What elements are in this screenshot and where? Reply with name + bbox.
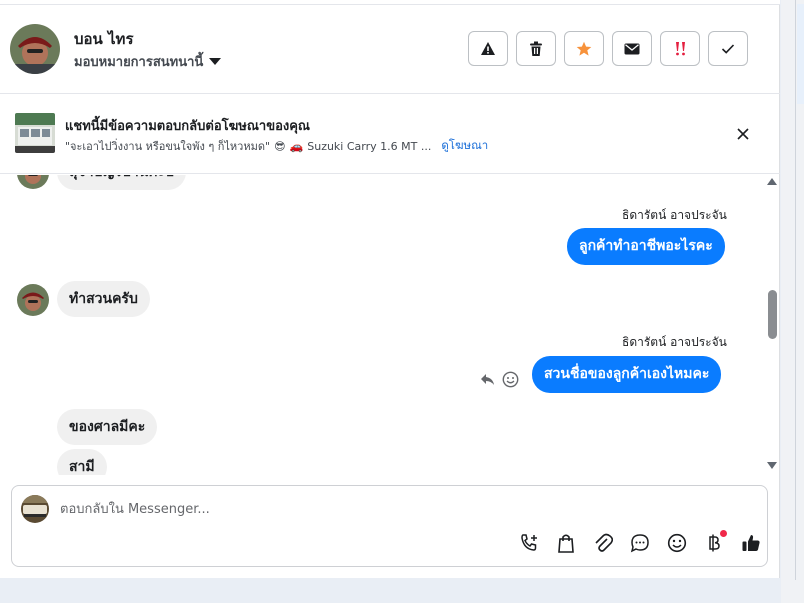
incoming-message[interactable]: ของศาลมีคะ <box>57 409 158 445</box>
composer-toolbar <box>518 530 762 554</box>
star-icon <box>576 41 592 56</box>
conversation-panel: บอน ไทร มอบหมายการสนทนานี้ แชทนี้มีข้อคว… <box>0 0 780 578</box>
caret-down-icon <box>209 58 222 65</box>
mark-done-button[interactable] <box>708 31 748 66</box>
bottom-background <box>0 579 780 603</box>
outgoing-message[interactable]: ลูกค้าทำอาชีพอะไรคะ <box>567 228 725 265</box>
ad-snippet-quote: "จะเอาไปวิ่งงาน หรือขนใจพัง ๆ ก็ไหวหมด" <box>65 140 271 153</box>
emoji-button[interactable] <box>666 532 688 554</box>
paperclip-icon <box>595 533 613 552</box>
sunglasses-emoji: 😎 <box>274 139 286 153</box>
incoming-message[interactable]: ทำสวนครับ <box>57 281 150 317</box>
star-button[interactable] <box>564 31 604 66</box>
contact-avatar-small <box>17 284 49 316</box>
check-icon <box>721 43 735 54</box>
ad-reply-title: แชทนี้มีข้อความตอบกลับต่อโฆษณาของคุณ <box>65 119 310 134</box>
smiley-icon <box>667 533 687 553</box>
scroll-up-arrow[interactable] <box>767 178 777 185</box>
phone-add-icon <box>521 534 537 551</box>
assign-label: มอบหมายการสนทนานี้ <box>74 55 204 70</box>
pane-highlight <box>797 4 804 104</box>
incoming-message[interactable]: สุจาบญรบานค่ะบ <box>57 175 187 190</box>
close-icon <box>737 128 749 140</box>
pane-divider <box>795 0 796 580</box>
chat-bubble-icon <box>630 534 649 553</box>
follow-up-icon <box>676 41 685 55</box>
ad-snippet-model: Suzuki Carry 1.6 MT ... <box>307 139 432 153</box>
ad-thumbnail[interactable] <box>15 113 55 153</box>
header-actions <box>468 31 748 66</box>
message-list: สุจาบญรบานค่ะบ ธิดารัตน์ อาจประจัน ลูกค้… <box>0 175 766 475</box>
contact-avatar[interactable] <box>10 24 60 74</box>
notification-dot <box>720 530 727 537</box>
contact-avatar-small <box>17 175 49 189</box>
thumbs-up-icon <box>742 535 760 551</box>
sender-name: ธิดารัตน์ อาจประจัน <box>622 208 727 222</box>
top-divider <box>0 0 780 5</box>
spam-icon <box>481 41 495 55</box>
view-ad-link[interactable]: ดูโฆษณา <box>441 137 488 155</box>
contact-name: บอน ไทร <box>74 30 134 48</box>
conversation-header: บอน ไทร มอบหมายการสนทนานี้ <box>0 6 780 94</box>
scrollbar-thumb[interactable] <box>768 290 777 339</box>
baht-icon <box>709 534 720 552</box>
adjacent-pane-edge <box>781 0 804 603</box>
mail-icon <box>624 43 640 54</box>
mark-spam-button[interactable] <box>468 31 508 66</box>
assign-conversation-dropdown[interactable]: มอบหมายการสนทนานี้ <box>74 51 222 72</box>
message-composer <box>11 485 768 567</box>
call-button[interactable] <box>518 532 540 554</box>
shop-button[interactable] <box>555 532 577 554</box>
mark-unread-button[interactable] <box>612 31 652 66</box>
emoji-react-icon[interactable] <box>502 371 519 388</box>
scroll-down-arrow[interactable] <box>767 462 777 469</box>
car-emoji: 🚗 <box>289 139 304 153</box>
message-hover-actions <box>480 371 519 388</box>
saved-replies-button[interactable] <box>629 532 651 554</box>
like-button[interactable] <box>740 532 762 554</box>
delete-button[interactable] <box>516 31 556 66</box>
shopping-bag-icon <box>558 534 574 553</box>
trash-icon <box>530 41 542 56</box>
sender-name: ธิดารัตน์ อาจประจัน <box>622 335 727 349</box>
payment-button[interactable] <box>703 530 727 554</box>
ad-snippet: "จะเอาไปวิ่งงาน หรือขนใจพัง ๆ ก็ไหวหมด" … <box>65 137 488 155</box>
page-avatar <box>21 495 49 523</box>
reply-input[interactable] <box>60 497 720 521</box>
ad-reply-banner: แชทนี้มีข้อความตอบกลับต่อโฆษณาของคุณ "จะ… <box>0 95 780 174</box>
reply-icon[interactable] <box>480 373 496 387</box>
outgoing-message[interactable]: สวนชื่อของลูกค้าเองไหมคะ <box>532 356 722 393</box>
incoming-message[interactable]: สามี <box>57 449 107 475</box>
close-banner-button[interactable] <box>733 124 753 144</box>
attach-button[interactable] <box>592 532 614 554</box>
follow-up-button[interactable] <box>660 31 700 66</box>
